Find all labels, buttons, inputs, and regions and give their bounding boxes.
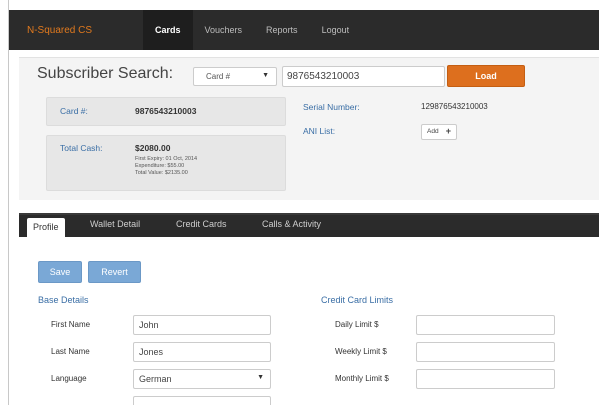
tab-profile[interactable]: Profile	[27, 218, 65, 239]
total-cash-label: Total Cash:	[60, 143, 103, 153]
caret-down-icon: ▼	[262, 72, 269, 79]
language-label: Language	[51, 374, 87, 383]
daily-limit-field[interactable]	[416, 315, 555, 335]
total-value-text: Total Value: $2135.00	[135, 170, 188, 176]
first-name-label: First Name	[51, 320, 91, 329]
plus-icon: +	[445, 126, 451, 136]
nav-logout[interactable]: Logout	[310, 10, 362, 50]
nav-vouchers[interactable]: Vouchers	[193, 10, 255, 50]
total-cash-value: $2080.00	[135, 143, 171, 153]
search-input[interactable]: 9876543210003	[282, 66, 445, 87]
daily-limit-label: Daily Limit $	[335, 320, 379, 329]
save-button[interactable]: Save	[38, 261, 82, 283]
card-number-label: Card #:	[60, 106, 88, 116]
profile-pane: Save Revert Base Details Credit Card Lim…	[19, 237, 599, 405]
card-number-box: Card #: 9876543210003	[46, 97, 286, 126]
tab-credit-cards[interactable]: Credit Cards	[176, 219, 227, 229]
add-ani-button[interactable]: Add +	[421, 124, 457, 140]
last-name-field[interactable]: Jones	[133, 342, 271, 362]
total-cash-box: Total Cash: $2080.00 First Expiry: 01 Oc…	[46, 135, 286, 191]
top-navbar: N-Squared CS Cards Vouchers Reports Logo…	[9, 10, 599, 50]
language-select[interactable]: German ▼	[133, 369, 271, 389]
load-button[interactable]: Load	[447, 65, 525, 87]
caret-down-icon: ▼	[257, 374, 264, 381]
weekly-limit-label: Weekly Limit $	[335, 347, 387, 356]
last-name-label: Last Name	[51, 347, 90, 356]
credit-card-limits-heading: Credit Card Limits	[321, 295, 394, 305]
nav-reports[interactable]: Reports	[254, 10, 310, 50]
ani-list-label: ANI List:	[303, 126, 336, 136]
search-type-select[interactable]: Card # ▼	[193, 67, 277, 86]
add-ani-label: Add	[427, 128, 439, 135]
tab-wallet-detail[interactable]: Wallet Detail	[90, 219, 140, 229]
subscriber-panel: Subscriber Search: Card # ▼ 987654321000…	[19, 57, 599, 200]
base-details-heading: Base Details	[38, 295, 89, 305]
revert-button[interactable]: Revert	[88, 261, 141, 283]
monthly-limit-field[interactable]	[416, 369, 555, 389]
next-field[interactable]	[133, 396, 271, 405]
tab-bar: Profile Wallet Detail Credit Cards Calls…	[19, 213, 599, 239]
monthly-limit-label: Monthly Limit $	[335, 374, 389, 383]
app-frame: N-Squared CS Cards Vouchers Reports Logo…	[8, 0, 599, 405]
tab-calls-activity[interactable]: Calls & Activity	[262, 219, 321, 229]
card-number-value: 9876543210003	[135, 106, 197, 116]
expenditure-text: Expenditure: $55.00	[135, 163, 185, 169]
serial-number-value: 129876543210003	[421, 102, 488, 111]
serial-number-label: Serial Number:	[303, 102, 360, 112]
nav-cards[interactable]: Cards	[143, 10, 193, 50]
search-type-value: Card #	[206, 72, 231, 81]
first-expiry-text: First Expiry: 01 Oct, 2014	[135, 156, 198, 162]
first-name-field[interactable]: John	[133, 315, 271, 335]
language-value: German	[139, 374, 172, 384]
brand-logo[interactable]: N-Squared CS	[9, 25, 143, 36]
subscriber-search-title: Subscriber Search:	[37, 65, 174, 82]
weekly-limit-field[interactable]	[416, 342, 555, 362]
